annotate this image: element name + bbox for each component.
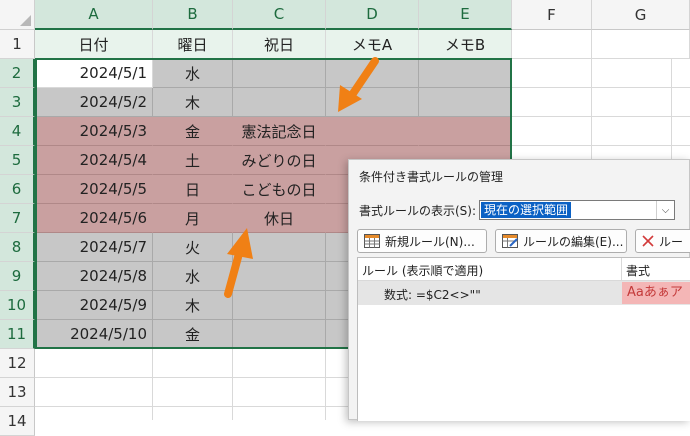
column-header-a[interactable]: A bbox=[35, 0, 153, 30]
weekday-cell[interactable]: 日 bbox=[153, 175, 233, 204]
row-header-7[interactable]: 7 bbox=[0, 204, 35, 233]
column-header-c[interactable]: C bbox=[233, 0, 326, 30]
weekday-cell[interactable]: 土 bbox=[153, 146, 233, 175]
date-cell[interactable]: 2024/5/5 bbox=[35, 175, 153, 204]
date-cell[interactable]: 2024/5/6 bbox=[35, 204, 153, 233]
date-cell[interactable]: 2024/5/10 bbox=[35, 320, 153, 349]
header-cell-holiday[interactable]: 祝日 bbox=[233, 30, 326, 59]
weekday-cell[interactable]: 水 bbox=[153, 262, 233, 291]
header-cell-memo-b[interactable]: メモB bbox=[419, 30, 512, 59]
memo-b-cell[interactable] bbox=[419, 88, 512, 117]
column-header-e[interactable]: E bbox=[419, 0, 512, 30]
new-rule-button[interactable]: 新規ルール(N)... bbox=[357, 229, 487, 253]
date-cell[interactable]: 2024/5/4 bbox=[35, 146, 153, 175]
holiday-cell[interactable]: こどもの日 bbox=[233, 175, 326, 204]
select-all-triangle-icon bbox=[20, 15, 31, 26]
weekday-cell[interactable]: 金 bbox=[153, 320, 233, 349]
date-cell[interactable]: 2024/5/7 bbox=[35, 233, 153, 262]
row-header-4[interactable]: 4 bbox=[0, 117, 35, 146]
row-header-12[interactable]: 12 bbox=[0, 349, 35, 378]
format-column-header[interactable]: 書式 bbox=[626, 262, 650, 279]
row-header-10[interactable]: 10 bbox=[0, 291, 35, 320]
date-cell[interactable]: 2024/5/9 bbox=[35, 291, 153, 320]
weekday-cell[interactable]: 水 bbox=[153, 59, 233, 88]
date-cell[interactable]: 2024/5/2 bbox=[35, 88, 153, 117]
row-header-5[interactable]: 5 bbox=[0, 146, 35, 175]
rules-list-header: ルール (表示順で適用) 書式 bbox=[358, 258, 690, 281]
holiday-cell[interactable] bbox=[233, 262, 326, 291]
cell[interactable] bbox=[592, 30, 690, 59]
row-header-13[interactable]: 13 bbox=[0, 378, 35, 407]
weekday-cell[interactable]: 月 bbox=[153, 204, 233, 233]
holiday-cell[interactable]: 憲法記念日 bbox=[233, 117, 326, 146]
column-header-d[interactable]: D bbox=[326, 0, 419, 30]
rules-list[interactable]: ルール (表示順で適用) 書式 数式: =$C2<>"" Aaあぁア bbox=[357, 257, 690, 421]
edit-rule-button[interactable]: ルールの編集(E)... bbox=[495, 229, 627, 253]
delete-rule-button[interactable]: ルー bbox=[635, 229, 690, 253]
row-header-2[interactable]: 2 bbox=[0, 59, 35, 88]
row-header-6[interactable]: 6 bbox=[0, 175, 35, 204]
show-rules-select[interactable]: 現在の選択範囲 ⌵ bbox=[479, 200, 675, 220]
holiday-cell[interactable] bbox=[233, 320, 326, 349]
holiday-cell[interactable] bbox=[233, 291, 326, 320]
edit-rule-label: ルールの編集(E)... bbox=[523, 234, 624, 249]
select-all-button[interactable] bbox=[0, 0, 35, 30]
show-rules-label: 書式ルールの表示(S): bbox=[359, 204, 477, 218]
rule-column-header[interactable]: ルール (表示順で適用) bbox=[362, 262, 483, 279]
show-rules-value: 現在の選択範囲 bbox=[481, 202, 572, 218]
column-header-b[interactable]: B bbox=[153, 0, 233, 30]
cell[interactable] bbox=[512, 30, 592, 59]
close-icon bbox=[642, 235, 654, 247]
date-cell[interactable]: 2024/5/8 bbox=[35, 262, 153, 291]
header-cell-memo-a[interactable]: メモA bbox=[326, 30, 419, 59]
holiday-cell[interactable] bbox=[233, 233, 326, 262]
holiday-cell[interactable] bbox=[233, 59, 326, 88]
column-header-g[interactable]: G bbox=[592, 0, 690, 30]
row-header-11[interactable]: 11 bbox=[0, 320, 35, 349]
holiday-cell[interactable]: 休日 bbox=[233, 204, 326, 233]
delete-rule-label: ルー bbox=[659, 234, 684, 249]
row-header-9[interactable]: 9 bbox=[0, 262, 35, 291]
header-cell-date[interactable]: 日付 bbox=[35, 30, 153, 59]
table-icon bbox=[364, 234, 380, 248]
column-separator[interactable] bbox=[621, 258, 622, 280]
row-header-1[interactable]: 1 bbox=[0, 30, 35, 59]
memo-b-cell[interactable] bbox=[419, 117, 512, 146]
dialog-title: 条件付き書式ルールの管理 bbox=[359, 170, 504, 184]
rule-row[interactable]: 数式: =$C2<>"" Aaあぁア bbox=[358, 281, 690, 305]
date-cell[interactable]: 2024/5/3 bbox=[35, 117, 153, 146]
edit-table-icon bbox=[502, 234, 518, 248]
memo-a-cell[interactable] bbox=[326, 117, 419, 146]
rule-formula: 数式: =$C2<>"" bbox=[384, 288, 481, 302]
weekday-cell[interactable]: 金 bbox=[153, 117, 233, 146]
row-header-8[interactable]: 8 bbox=[0, 233, 35, 262]
memo-a-cell[interactable] bbox=[326, 59, 419, 88]
chevron-down-icon[interactable]: ⌵ bbox=[656, 201, 674, 219]
row-header-3[interactable]: 3 bbox=[0, 88, 35, 117]
header-cell-weekday[interactable]: 曜日 bbox=[153, 30, 233, 59]
holiday-cell[interactable] bbox=[233, 88, 326, 117]
memo-a-cell[interactable] bbox=[326, 88, 419, 117]
holiday-cell[interactable]: みどりの日 bbox=[233, 146, 326, 175]
new-rule-label: 新規ルール(N)... bbox=[385, 234, 475, 249]
date-cell[interactable]: 2024/5/1 bbox=[35, 59, 153, 88]
rule-format-preview: Aaあぁア bbox=[622, 282, 690, 304]
memo-b-cell[interactable] bbox=[419, 59, 512, 88]
conditional-format-rules-dialog: 条件付き書式ルールの管理 書式ルールの表示(S): 現在の選択範囲 ⌵ 新規ルー… bbox=[348, 159, 690, 421]
row-header-14[interactable]: 14 bbox=[0, 407, 35, 436]
weekday-cell[interactable]: 木 bbox=[153, 291, 233, 320]
weekday-cell[interactable]: 木 bbox=[153, 88, 233, 117]
weekday-cell[interactable]: 火 bbox=[153, 233, 233, 262]
column-header-f[interactable]: F bbox=[512, 0, 592, 30]
